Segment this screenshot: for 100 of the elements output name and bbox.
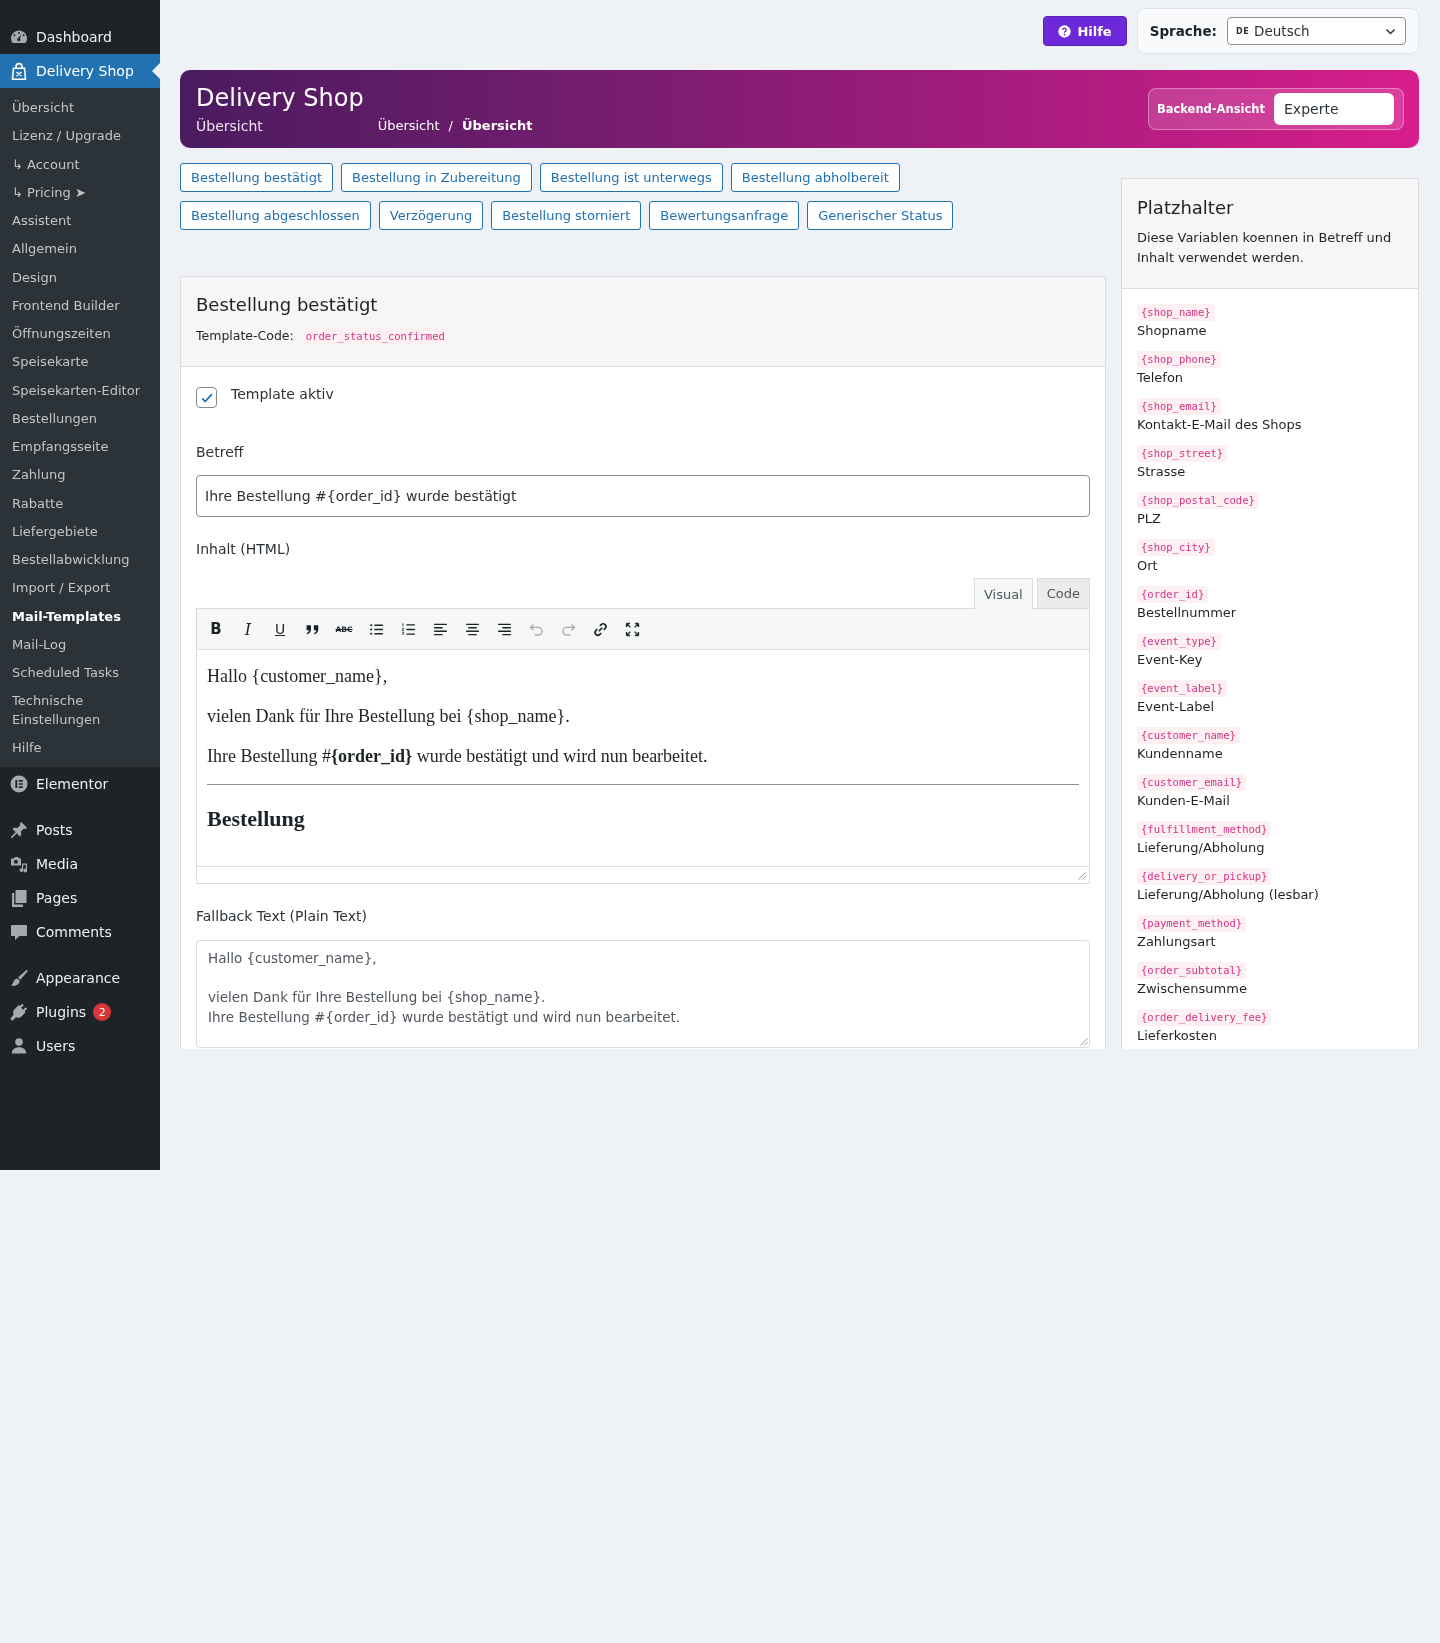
- camera-music-icon: [9, 854, 29, 874]
- menu-item[interactable]: Comments: [0, 915, 160, 949]
- editor-tab[interactable]: Code: [1036, 578, 1090, 608]
- submenu-item[interactable]: Zahlung: [0, 461, 160, 490]
- placeholder-label: Shopname: [1137, 322, 1208, 340]
- resize-grip-icon[interactable]: [1079, 1037, 1088, 1046]
- template-button[interactable]: Bestellung ist unterwegs: [539, 163, 723, 192]
- submenu-item[interactable]: Scheduled Tasks: [0, 659, 160, 688]
- editor-paragraph: vielen Dank für Ihre Bestellung bei {shop_name}.: [207, 705, 571, 728]
- placeholder-label: Lieferung/Abholung (lesbar): [1137, 886, 1320, 904]
- breadcrumb-item: Übersicht: [462, 117, 533, 135]
- menu-item[interactable]: Media: [0, 847, 160, 881]
- plug-icon: [9, 1002, 29, 1022]
- placeholder-code: {event_type}: [1137, 633, 1221, 650]
- submenu-item[interactable]: Mail-Templates: [0, 602, 160, 631]
- bold-button[interactable]: B: [202, 615, 230, 643]
- submenu-item[interactable]: Übersicht: [0, 94, 160, 123]
- submenu-item[interactable]: Speisekarten-Editor: [0, 376, 160, 405]
- submenu-item[interactable]: ↳ Pricing ➤: [0, 178, 160, 207]
- menu-item[interactable]: Dashboard: [0, 20, 160, 54]
- menu-item[interactable]: Posts: [0, 813, 160, 847]
- template-code-label: Template-Code:: [196, 327, 294, 345]
- template-button[interactable]: Bestellung in Zubereitung: [341, 163, 532, 192]
- template-button[interactable]: Bewertungsanfrage: [649, 201, 800, 230]
- view-mode-label: Backend-Ansicht: [1156, 102, 1265, 116]
- field-label: Inhalt (HTML): [196, 540, 292, 558]
- placeholder-label: PLZ: [1137, 510, 1162, 528]
- placeholder-code: {shop_city}: [1137, 539, 1215, 556]
- resize-grip-icon[interactable]: [1077, 871, 1086, 880]
- submenu-item[interactable]: Assistent: [0, 207, 160, 236]
- placeholder-code: {delivery_or_pickup}: [1137, 868, 1272, 885]
- subject-field[interactable]: Ihre Bestellung #{order_id} wurde bestätigt: [196, 475, 1090, 517]
- submenu-item[interactable]: Import / Export: [0, 574, 160, 603]
- placeholder-code: {shop_email}: [1137, 398, 1221, 415]
- placeholder-code: {order_subtotal}: [1137, 962, 1247, 979]
- fallback-text-field[interactable]: Hallo {customer_name}, vielen Dank für Ihre Bestellung bei {shop_name}. Ihre Bestellung #{order_id} wurde bestätigt und wird nun bearbeitet.: [196, 940, 1090, 1048]
- help-button[interactable]: Hilfe: [1043, 16, 1127, 46]
- page-title: Delivery Shop: [196, 83, 364, 113]
- template-button[interactable]: Bestellung abgeschlossen: [180, 201, 371, 230]
- submenu-item[interactable]: Speisekarte: [0, 348, 160, 377]
- submenu-item[interactable]: ↳ Account: [0, 150, 160, 179]
- pages-icon: [9, 888, 29, 908]
- submenu-item[interactable]: Mail-Log: [0, 630, 160, 659]
- placeholder-label: Bestellnummer: [1137, 604, 1238, 622]
- editor-tab[interactable]: Visual: [973, 578, 1033, 609]
- placeholder-code: {fulfillment_method}: [1137, 821, 1272, 838]
- submenu-item[interactable]: Frontend Builder: [0, 291, 160, 320]
- language-label: Sprache:: [1149, 23, 1217, 39]
- submenu-item[interactable]: Allgemein: [0, 235, 160, 264]
- update-count-badge: 2: [93, 1003, 112, 1021]
- template-button[interactable]: Bestellung abholbereit: [730, 163, 900, 192]
- placeholder-code: {shop_street}: [1137, 445, 1228, 462]
- placeholder-code: {customer_email}: [1137, 774, 1247, 791]
- submenu-item[interactable]: Bestellungen: [0, 404, 160, 433]
- panel-description: Diese Variablen koennen in Betreff und Inhalt verwendet werden.: [1137, 229, 1393, 267]
- submenu-item[interactable]: Technische Einstellungen: [0, 687, 160, 734]
- checkbox[interactable]: [196, 387, 217, 408]
- menu-item[interactable]: Plugins 2: [0, 995, 160, 1029]
- card-title: Bestellung bestätigt: [196, 293, 379, 317]
- page-subtitle: Übersicht: [196, 117, 264, 135]
- placeholder-label: Lieferkosten: [1137, 1027, 1218, 1045]
- placeholder-code: {order_delivery_fee}: [1137, 1009, 1272, 1026]
- placeholder-code: {shop_postal_code}: [1137, 492, 1259, 509]
- template-button[interactable]: Bestellung storniert: [491, 201, 642, 230]
- placeholder-code: {event_label}: [1137, 680, 1228, 697]
- submenu-item[interactable]: Empfangsseite: [0, 433, 160, 462]
- placeholder-label: Lieferung/Abholung: [1137, 839, 1266, 857]
- language-select[interactable]: DE Deutsch: [1227, 17, 1406, 45]
- placeholder-label: Zahlungsart: [1137, 933, 1217, 951]
- italic-button[interactable]: I: [234, 615, 262, 643]
- submenu-item[interactable]: Liefergebiete: [0, 517, 160, 546]
- menu-item[interactable]: Delivery Shop: [0, 54, 160, 88]
- submenu-item[interactable]: Rabatte: [0, 489, 160, 518]
- menu-item[interactable]: Pages: [0, 881, 160, 915]
- breadcrumb-separator: /: [448, 117, 453, 135]
- view-mode-field[interactable]: Experte: [1274, 93, 1394, 125]
- fullscreen-icon: [623, 620, 641, 638]
- submenu-item[interactable]: Bestellabwicklung: [0, 546, 160, 575]
- breadcrumb-item[interactable]: Übersicht: [377, 117, 440, 135]
- submenu-item[interactable]: Lizenz / Upgrade: [0, 122, 160, 151]
- submenu-item[interactable]: Hilfe: [0, 733, 160, 762]
- submenu-item[interactable]: Design: [0, 263, 160, 292]
- field-label: Fallback Text (Plain Text): [196, 907, 368, 925]
- brush-icon: [9, 968, 29, 988]
- menu-item[interactable]: Appearance: [0, 961, 160, 995]
- submenu-item[interactable]: Öffnungszeiten: [0, 320, 160, 349]
- placeholder-label: Strasse: [1137, 463, 1187, 481]
- placeholder-label: Kunden-E-Mail: [1137, 792, 1231, 810]
- template-button[interactable]: Generischer Status: [807, 201, 954, 230]
- link-icon: [591, 620, 609, 638]
- underline-button[interactable]: U: [266, 615, 294, 643]
- template-button[interactable]: Verzögerung: [378, 201, 484, 230]
- placeholder-label: Event-Key: [1137, 651, 1204, 669]
- menu-item[interactable]: Users: [0, 1029, 160, 1063]
- menu-item[interactable]: Elementor: [0, 767, 160, 801]
- checkbox-label: Template aktiv: [231, 385, 334, 403]
- template-button[interactable]: Bestellung bestätigt: [180, 163, 333, 192]
- placeholder-code: {payment_method}: [1137, 915, 1247, 932]
- editor-paragraph: Ihre Bestellung #{order_id} wurde bestätigt und wird nun bearbeitet.: [207, 745, 709, 768]
- editor-paragraph: Hallo {customer_name},: [207, 665, 389, 688]
